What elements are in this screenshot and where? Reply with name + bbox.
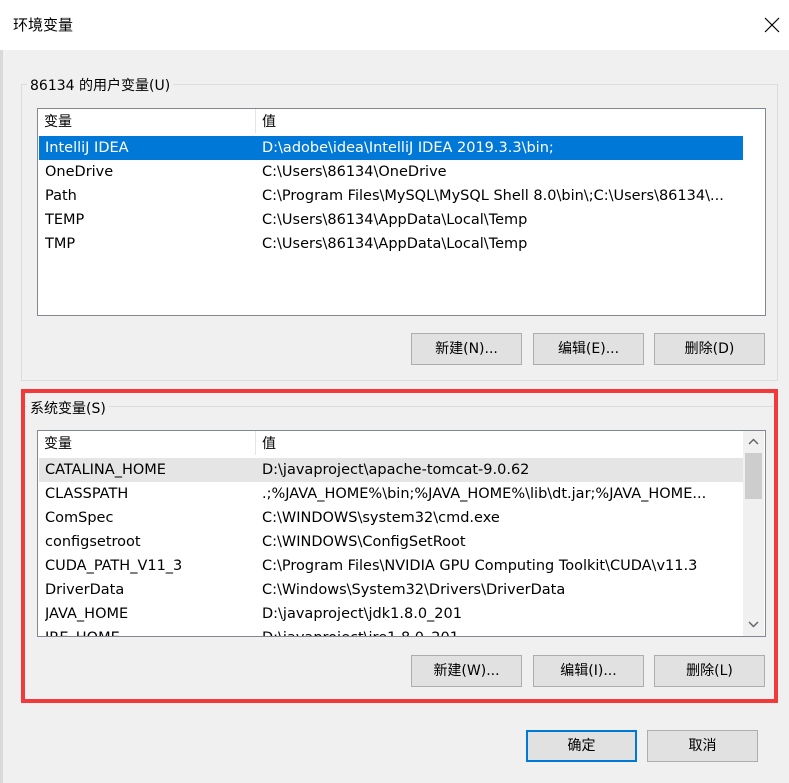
ok-button[interactable]: 确定 [526,730,637,762]
system-var-value: C:\Program Files\NVIDIA GPU Computing To… [262,558,698,574]
chevron-down-icon [748,621,759,628]
user-list-header: 变量 值 [38,109,765,133]
system-var-row[interactable]: CUDA_PATH_V11_3 C:\Program Files\NVIDIA … [39,554,743,578]
system-var-value: C:\Windows\System32\Drivers\DriverData [262,582,566,598]
user-var-name: IntelliJ IDEA [45,140,129,156]
user-var-row[interactable]: TMP C:\Users\86134\AppData\Local\Temp [39,232,743,256]
system-var-row[interactable]: JRE_HOME D:\javaproject\jre1.8.0_201 [39,626,743,636]
user-var-name: TMP [45,236,76,252]
user-var-row[interactable]: TEMP C:\Users\86134\AppData\Local\Temp [39,208,743,232]
system-var-name: JRE_HOME [45,626,255,636]
user-variables-list[interactable]: 变量 值 IntelliJ IDEA D:\adobe\idea\Intelli… [37,108,766,316]
user-var-name: Path [45,188,77,204]
user-var-name: TEMP [45,212,85,228]
system-var-name: DriverData [45,582,125,598]
chevron-up-icon [748,438,759,445]
user-var-value: C:\Users\86134\AppData\Local\Temp [262,212,528,228]
system-var-value: D:\javaproject\apache-tomcat-9.0.62 [262,462,530,478]
user-var-row[interactable]: OneDrive C:\Users\86134\OneDrive [39,160,743,184]
user-var-row[interactable]: Path C:\Program Files\MySQL\MySQL Shell … [39,184,743,208]
system-delete-button[interactable]: 删除(L) [654,655,765,687]
system-var-row[interactable]: configsetroot C:\WINDOWS\ConfigSetRoot [39,530,743,554]
system-var-row[interactable]: JAVA_HOME D:\javaproject\jdk1.8.0_201 [39,602,743,626]
system-list-scrollbar[interactable] [743,431,764,636]
cancel-button[interactable]: 取消 [647,730,758,762]
system-var-value: D:\javaproject\jre1.8.0_201 [262,626,740,636]
system-var-name: configsetroot [45,534,141,550]
system-var-row[interactable]: CATALINA_HOME D:\javaproject\apache-tomc… [39,458,743,482]
system-variables-label: 系统变量(S) [27,398,109,418]
system-var-name: CUDA_PATH_V11_3 [45,558,183,574]
window-title: 环境变量 [13,16,74,34]
environment-variables-dialog: 环境变量 86134 的用户变量(U) 变量 值 IntelliJ IDEA D… [0,0,789,783]
system-var-value: D:\javaproject\jdk1.8.0_201 [262,606,462,622]
background-window-edge [0,50,3,783]
system-var-value: C:\WINDOWS\ConfigSetRoot [262,534,466,550]
column-header-variable[interactable]: 变量 [38,431,255,455]
system-var-row[interactable]: CLASSPATH .;%JAVA_HOME%\bin;%JAVA_HOME%\… [39,482,743,506]
system-variables-list[interactable]: 变量 值 CATALINA_HOME D:\javaproject\apache… [37,430,766,637]
title-bar: 环境变量 [0,0,789,50]
user-var-value: C:\Users\86134\AppData\Local\Temp [262,236,528,252]
system-var-value: .;%JAVA_HOME%\bin;%JAVA_HOME%\lib\dt.jar… [262,486,707,502]
user-variables-label: 86134 的用户变量(U) [27,75,174,95]
system-var-row[interactable]: ComSpec C:\WINDOWS\system32\cmd.exe [39,506,743,530]
system-var-name: ComSpec [45,510,114,526]
system-var-value: C:\WINDOWS\system32\cmd.exe [262,510,500,526]
system-new-button[interactable]: 新建(W)... [411,655,522,687]
column-header-value[interactable]: 值 [256,431,742,455]
user-delete-button[interactable]: 删除(D) [654,333,765,365]
system-var-row[interactable]: DriverData C:\Windows\System32\Drivers\D… [39,578,743,602]
scroll-up-button[interactable] [745,433,762,450]
system-list-header: 变量 值 [38,431,765,455]
scrollbar-thumb[interactable] [745,453,762,499]
user-var-value: D:\adobe\idea\IntelliJ IDEA 2019.3.3\bin… [262,140,554,156]
user-var-row[interactable]: IntelliJ IDEA D:\adobe\idea\IntelliJ IDE… [39,136,743,160]
user-var-name: OneDrive [45,164,114,180]
column-header-value[interactable]: 值 [256,109,756,133]
column-header-variable[interactable]: 变量 [38,109,255,133]
user-var-value: C:\Users\86134\OneDrive [262,164,447,180]
user-var-value: C:\Program Files\MySQL\MySQL Shell 8.0\b… [262,188,724,204]
close-icon [764,17,780,33]
system-var-name: CATALINA_HOME [45,462,166,478]
system-var-name: CLASSPATH [45,486,129,502]
scroll-down-button[interactable] [745,616,762,633]
user-new-button[interactable]: 新建(N)... [411,333,522,365]
system-var-name: JAVA_HOME [45,606,129,622]
user-edit-button[interactable]: 编辑(E)... [533,333,644,365]
system-edit-button[interactable]: 编辑(I)... [533,655,644,687]
close-button[interactable] [755,8,789,42]
